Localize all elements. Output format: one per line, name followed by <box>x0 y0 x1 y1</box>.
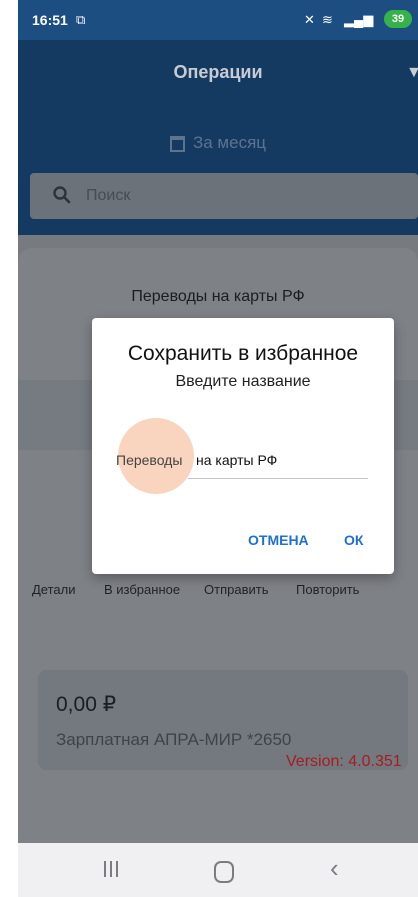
calendar-icon <box>169 135 185 152</box>
header: Операции ▼ За месяц Поиск <box>18 40 418 235</box>
phone-screen: 16:51 ⧉ ✕ ≋ ▂▄▆ 39 Операции ▼ За месяц П… <box>18 0 418 897</box>
save-favorite-dialog: Сохранить в избранное Введите название П… <box>92 318 394 574</box>
name-field[interactable]: на карты РФ <box>196 452 277 468</box>
filter-icon[interactable]: ▼ <box>406 64 418 82</box>
home-icon[interactable] <box>214 861 234 883</box>
recent-apps-icon[interactable] <box>104 861 122 879</box>
card-name: Зарплатная АПРА-МИР *2650 <box>56 730 292 749</box>
add-favorite-button[interactable]: В избранное <box>104 582 180 597</box>
period-selector[interactable]: За месяц <box>18 133 418 153</box>
search-input[interactable]: Поиск <box>30 173 418 219</box>
dialog-title: Сохранить в избранное <box>127 342 359 365</box>
cancel-button[interactable]: ОТМЕНА <box>248 532 309 548</box>
status-bar: 16:51 ⧉ ✕ ≋ ▂▄▆ 39 <box>18 0 418 40</box>
repeat-button[interactable]: Повторить <box>296 582 359 597</box>
wifi-icon: ≋ <box>322 12 333 27</box>
action-row: Детали В избранное Отправить Повторить <box>18 582 418 602</box>
page-title: Операции <box>173 62 263 82</box>
ok-button[interactable]: ОК <box>344 532 363 548</box>
operation-title: Переводы на карты РФ <box>131 288 305 305</box>
search-icon <box>53 186 71 204</box>
send-button[interactable]: Отправить <box>204 582 268 597</box>
name-field-label: Переводы <box>116 452 183 468</box>
system-nav-bar: ‹ <box>18 843 418 897</box>
dialog-subtitle: Введите название <box>175 373 311 390</box>
name-field-underline <box>188 478 368 479</box>
battery-icon: 39 <box>384 10 412 28</box>
back-icon[interactable]: ‹ <box>330 853 339 884</box>
mute-icon: ✕ <box>304 12 315 27</box>
signal-icon: ▂▄▆ <box>344 12 374 27</box>
status-time: 16:51 <box>32 12 68 28</box>
card-amount: 0,00 ₽ <box>56 693 117 716</box>
details-button[interactable]: Детали <box>32 582 76 597</box>
screenshot-icon: ⧉ <box>76 12 86 27</box>
search-placeholder: Поиск <box>86 187 131 204</box>
version-label: Version: 4.0.351 <box>286 753 402 770</box>
period-label: За месяц <box>192 133 267 152</box>
